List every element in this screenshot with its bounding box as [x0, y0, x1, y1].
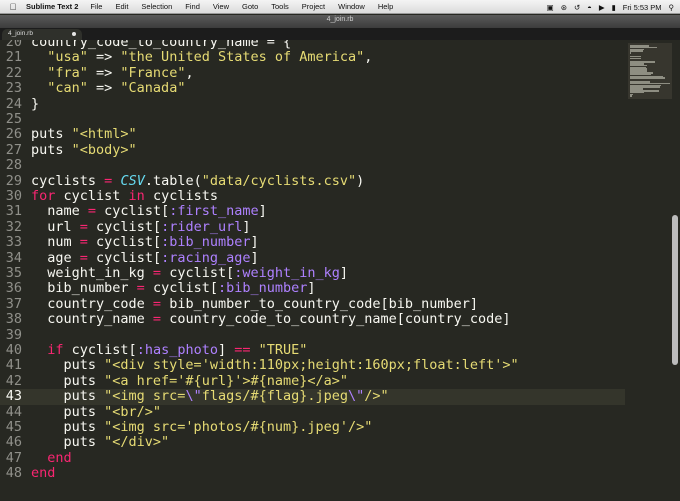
- screen-icon[interactable]: ▣: [547, 3, 554, 12]
- vertical-scrollbar[interactable]: [672, 215, 678, 365]
- line-number: 41: [5, 357, 22, 374]
- menu-bar:  Sublime Text 2 File Edit Selection Fin…: [0, 0, 680, 14]
- line-number: 38: [5, 311, 22, 328]
- line-number: 31: [5, 203, 22, 220]
- code-editor[interactable]: 20 21 22 23 24 25 26 27 28 29 30 31 32 33 34 35 36 37 38 39…: [0, 40, 680, 501]
- code-line[interactable]: puts "<div style='width:110px;height:160…: [31, 357, 519, 373]
- menu-find[interactable]: Find: [185, 2, 200, 11]
- code-line[interactable]: country_code = bib_number_to_country_cod…: [31, 296, 478, 312]
- minimap[interactable]: [628, 43, 672, 99]
- time-machine-icon[interactable]: ↺: [574, 3, 580, 12]
- battery-icon[interactable]: ▮: [612, 3, 616, 12]
- line-number: 45: [5, 419, 22, 435]
- spotlight-search-icon[interactable]: ⚲: [669, 3, 675, 12]
- menu-tools[interactable]: Tools: [271, 2, 289, 11]
- tab-4-join-rb[interactable]: 4_join.rb: [2, 29, 82, 40]
- code-line[interactable]: puts "<br/>": [31, 404, 162, 420]
- tab-bar: 4_join.rb: [0, 28, 680, 40]
- line-number: 35: [5, 265, 22, 281]
- code-line[interactable]: num = cyclist[:bib_number]: [31, 234, 258, 250]
- tab-label: 4_join.rb: [8, 30, 33, 37]
- line-number: 34: [5, 249, 22, 266]
- line-number: 40: [5, 342, 22, 358]
- menu-project[interactable]: Project: [302, 2, 325, 11]
- window-title: 4_join.rb: [326, 16, 354, 23]
- line-number: 44: [5, 403, 22, 420]
- minimap-line: [630, 57, 642, 60]
- menu-selection[interactable]: Selection: [141, 2, 172, 11]
- code-line[interactable]: puts "<html>": [31, 126, 137, 142]
- code-line[interactable]: if cyclist[:has_photo] == "TRUE": [31, 342, 307, 358]
- code-line[interactable]: "usa" => "the United States of America",: [31, 49, 372, 65]
- unsaved-dot-icon[interactable]: [72, 32, 76, 36]
- code-line[interactable]: age = cyclist[:racing_age]: [31, 250, 258, 266]
- clock[interactable]: Fri 5:53 PM: [623, 3, 662, 12]
- menu-view[interactable]: View: [213, 2, 229, 11]
- menu-window[interactable]: Window: [338, 2, 365, 11]
- line-number: 46: [5, 434, 22, 451]
- wifi-icon[interactable]: ◓: [587, 3, 592, 12]
- menu-edit[interactable]: Edit: [115, 2, 128, 11]
- line-number: 23: [5, 80, 22, 97]
- code-line[interactable]: url = cyclist[:rider_url]: [31, 219, 250, 235]
- code-line[interactable]: "can" => "Canada": [31, 80, 185, 96]
- line-number: 33: [5, 234, 22, 251]
- line-number: 36: [5, 280, 22, 297]
- line-number: 29: [5, 172, 22, 189]
- code-line[interactable]: end: [31, 450, 71, 466]
- code-line[interactable]: end: [31, 465, 55, 481]
- line-number: 43: [5, 388, 22, 405]
- line-number: 22: [5, 64, 22, 81]
- minimap-line: [630, 52, 631, 54]
- volume-icon[interactable]: ▶: [599, 3, 605, 12]
- code-line[interactable]: "fra" => "France",: [31, 65, 193, 81]
- code-line[interactable]: puts "<img src=\"flags/#{flag}.jpeg\"/>": [31, 388, 389, 404]
- menu-help[interactable]: Help: [378, 2, 393, 11]
- code-line[interactable]: }: [31, 96, 39, 112]
- line-number: 47: [5, 449, 22, 466]
- code-line[interactable]: name = cyclist[:first_name]: [31, 203, 267, 219]
- line-number: 25: [5, 111, 22, 127]
- line-number: 21: [5, 49, 22, 66]
- apple-icon[interactable]: : [8, 2, 18, 12]
- minimap-line: [630, 77, 666, 79]
- line-number: 39: [5, 326, 22, 343]
- line-number: 27: [5, 141, 22, 158]
- code-line[interactable]: bib_number = cyclist[:bib_number]: [31, 280, 315, 296]
- code-line[interactable]: puts "<img src='photos/#{num}.jpeg'/>": [31, 419, 373, 435]
- code-line[interactable]: cyclists = CSV.table("data/cyclists.csv"…: [31, 173, 364, 189]
- status-area: ▣ ⊛ ↺ ◓ ▶ ▮ Fri 5:53 PM ⚲: [540, 0, 674, 14]
- line-number: 32: [5, 218, 22, 235]
- window-title-bar[interactable]: 4_join.rb: [0, 15, 680, 28]
- line-number: 28: [5, 157, 22, 174]
- menu-goto[interactable]: Goto: [242, 2, 258, 11]
- line-number: 26: [5, 126, 22, 143]
- line-number: 48: [5, 465, 22, 482]
- bluetooth-icon[interactable]: ⊛: [561, 3, 567, 12]
- line-number: 37: [5, 295, 22, 312]
- code-line[interactable]: country_name = country_code_to_country_n…: [31, 311, 510, 327]
- minimap-line: [630, 50, 644, 52]
- app-name-menu[interactable]: Sublime Text 2: [26, 2, 78, 11]
- menu-file[interactable]: File: [90, 2, 102, 11]
- line-number: 24: [5, 95, 22, 112]
- line-number: 42: [5, 372, 22, 389]
- line-number: 30: [5, 188, 22, 204]
- code-line[interactable]: puts "<a href='#{url}'>#{name}</a>": [31, 373, 349, 389]
- code-line[interactable]: weight_in_kg = cyclist[:weight_in_kg]: [31, 265, 348, 281]
- code-line[interactable]: puts "<body>": [31, 142, 137, 158]
- code-line[interactable]: for cyclist in cyclists: [31, 188, 218, 204]
- minimap-line: [630, 95, 632, 97]
- code-line[interactable]: puts "</div>": [31, 434, 170, 450]
